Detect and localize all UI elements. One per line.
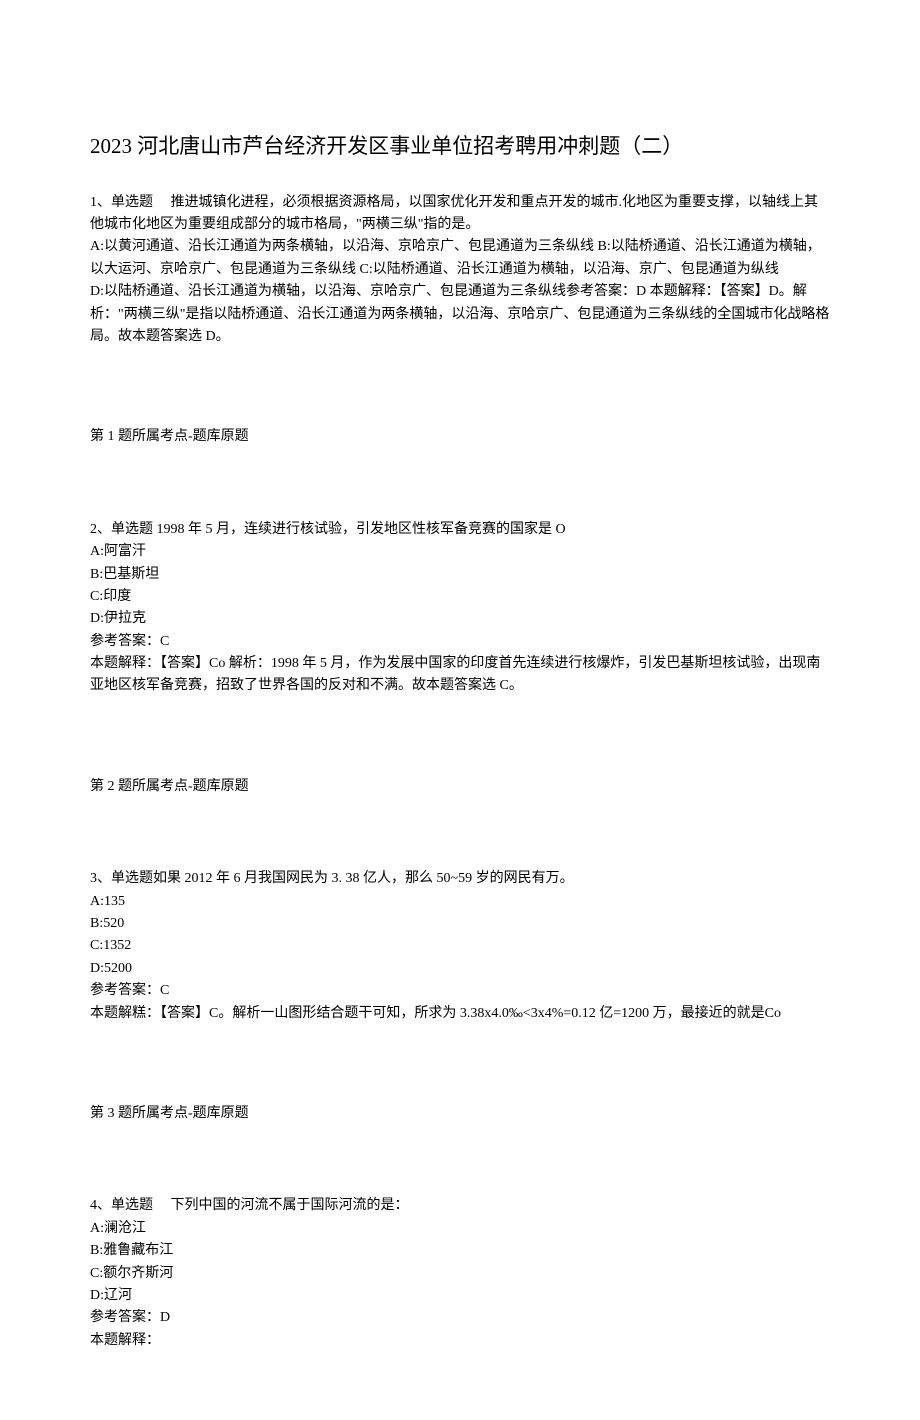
spacer (90, 706, 830, 776)
q2-option-d: D:伊拉克 (90, 608, 830, 630)
q3-option-d: D:5200 (90, 958, 830, 980)
q2-option-a: A:阿富汗 (90, 541, 830, 563)
document-title: 2023 河北唐山市芦台经济开发区事业单位招考聘用冲刺题（二） (90, 130, 830, 164)
q3-option-a: A:135 (90, 891, 830, 913)
q2-answer: 参考答案：C (90, 631, 830, 653)
q1-header: 1、单选题 推进城镇化进程，必须根据资源格局，以国家优化开发和重点开发的城市.化… (90, 192, 830, 237)
question-1: 1、单选题 推进城镇化进程，必须根据资源格局，以国家优化开发和重点开发的城市.化… (90, 192, 830, 349)
q1-source: 第 1 题所属考点-题库原题 (90, 426, 830, 448)
spacer (90, 1033, 830, 1103)
q2-header: 2、单选题 1998 年 5 月，连续进行核试验，引发地区性核军备竞赛的国家是 … (90, 519, 830, 541)
q3-header: 3、单选题如果 2012 年 6 月我国网民为 3. 38 亿人，那么 50~5… (90, 868, 830, 890)
q4-option-a: A:澜沧江 (90, 1218, 830, 1240)
q4-header: 4、单选题 下列中国的河流不属于国际河流的是： (90, 1195, 830, 1217)
q2-option-b: B:巴基斯坦 (90, 564, 830, 586)
spacer (90, 356, 830, 426)
q1-option-a: A:以黄河通道、沿长江通道为两条横轴，以沿海、京哈京广、包昆通道为三条纵线 B:… (90, 236, 830, 281)
q4-option-d: D:辽河 (90, 1285, 830, 1307)
document-page: 2023 河北唐山市芦台经济开发区事业单位招考聘用冲刺题（二） 1、单选题 推进… (0, 0, 920, 1420)
question-4: 4、单选题 下列中国的河流不属于国际河流的是： A:澜沧江 B:雅鲁藏布江 C:… (90, 1195, 830, 1352)
q2-explanation: 本题解释：【答案】Co 解析：1998 年 5 月，作为发展中国家的印度首先连续… (90, 653, 830, 698)
q3-option-b: B:520 (90, 913, 830, 935)
q3-option-c: C:1352 (90, 935, 830, 957)
q3-explanation: 本题解糕：【答案】C。解析一山图形结合题干可知，所求为 3.38x4.0‰<3x… (90, 1003, 830, 1025)
q2-option-c: C:印度 (90, 586, 830, 608)
q3-answer: 参考答案：C (90, 980, 830, 1002)
q4-option-b: B:雅鲁藏布江 (90, 1240, 830, 1262)
spacer (90, 1125, 830, 1195)
q4-explanation: 本题解释： (90, 1330, 830, 1352)
question-3: 3、单选题如果 2012 年 6 月我国网民为 3. 38 亿人，那么 50~5… (90, 868, 830, 1025)
question-2: 2、单选题 1998 年 5 月，连续进行核试验，引发地区性核军备竞赛的国家是 … (90, 519, 830, 698)
q1-option-d: D:以陆桥通道、沿长江通道为横轴，以沿海、京哈京广、包昆通道为三条纵线参考答案：… (90, 281, 830, 348)
q4-answer: 参考答案：D (90, 1307, 830, 1329)
q3-source: 第 3 题所属考点-题库原题 (90, 1103, 830, 1125)
spacer (90, 449, 830, 519)
spacer (90, 798, 830, 868)
q4-option-c: C:额尔齐斯河 (90, 1263, 830, 1285)
q2-source: 第 2 题所属考点-题库原题 (90, 776, 830, 798)
